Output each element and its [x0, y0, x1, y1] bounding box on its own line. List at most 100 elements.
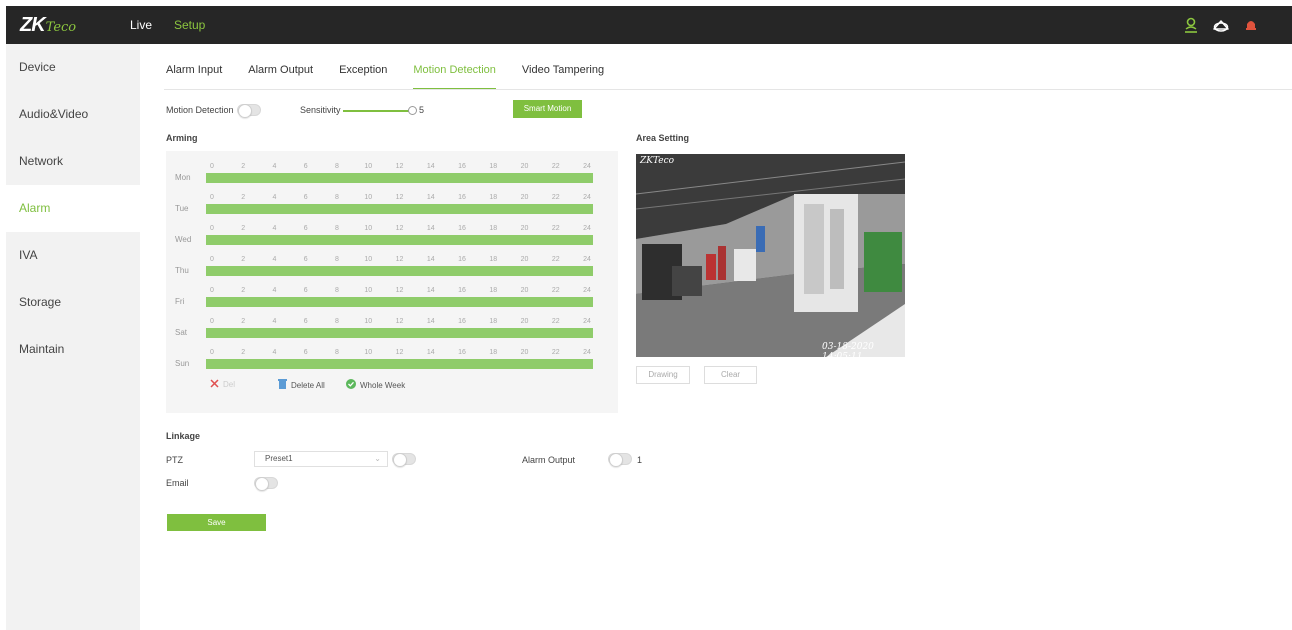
- nav-live[interactable]: Live: [130, 18, 152, 32]
- hour-tick-label: 20: [520, 349, 529, 356]
- hour-tick-label: 2: [241, 225, 246, 232]
- ptz-select-value: Preset1: [265, 454, 293, 463]
- day-label: Sun: [175, 359, 190, 368]
- hour-tick-label: 8: [335, 256, 339, 263]
- hour-tick-label: 14: [426, 194, 435, 201]
- sensitivity-slider-track[interactable]: [343, 110, 411, 112]
- hour-tick-label: 16: [458, 163, 466, 170]
- camera-overlay-title: ZKTeco: [640, 156, 675, 166]
- tab-alarm-input[interactable]: Alarm Input: [166, 64, 222, 90]
- hour-tick-label: 0: [210, 163, 214, 170]
- hour-tick-label: 6: [303, 287, 308, 294]
- delete-all-button[interactable]: Delete All: [278, 379, 325, 391]
- sidebar-item-alarm[interactable]: Alarm: [6, 185, 140, 232]
- hour-tick-label: 0: [210, 225, 214, 232]
- top-bar: ZK Teco Live Setup: [6, 6, 1292, 44]
- arming-bar-thu[interactable]: [206, 266, 593, 276]
- sidebar-item-audio-video[interactable]: Audio&Video: [6, 91, 140, 138]
- hour-ticks: 0 2 4 6 8 10 12 14 16 18 20 22 24: [210, 194, 602, 204]
- nav-setup[interactable]: Setup: [174, 18, 205, 32]
- hour-tick-label: 6: [303, 225, 308, 232]
- hour-ticks: 0 2 4 6 8 10 12 14 16 18 20 22 24: [210, 318, 602, 328]
- hour-tick-label: 8: [335, 163, 339, 170]
- logo-sub: Teco: [45, 20, 77, 35]
- whole-week-button[interactable]: Whole Week: [346, 379, 405, 391]
- hour-tick-label: 2: [241, 287, 246, 294]
- hour-tick-label: 2: [241, 163, 246, 170]
- alarm-output-toggle[interactable]: [608, 453, 632, 467]
- user-icon[interactable]: [1182, 16, 1200, 34]
- camera-scene: [636, 154, 905, 357]
- hour-tick-label: 18: [489, 194, 498, 201]
- email-label: Email: [166, 478, 189, 488]
- hour-tick-label: 22: [551, 287, 560, 294]
- hour-tick-label: 0: [210, 287, 214, 294]
- hour-tick-label: 24: [583, 349, 591, 356]
- arming-bar-mon[interactable]: [206, 173, 593, 183]
- motion-detection-label: Motion Detection: [166, 105, 234, 115]
- day-label: Wed: [175, 235, 192, 244]
- hour-tick-label: 18: [489, 256, 498, 263]
- arming-bar-sat[interactable]: [206, 328, 593, 338]
- sidebar-item-iva[interactable]: IVA: [6, 232, 140, 279]
- arming-bar-wed[interactable]: [206, 235, 593, 245]
- email-toggle[interactable]: [254, 477, 278, 491]
- alarm-bell-icon[interactable]: [1242, 16, 1260, 34]
- hour-ticks: 0 2 4 6 8 10 12 14 16 18 20 22 24: [210, 163, 602, 173]
- hour-tick-label: 12: [395, 287, 404, 294]
- hour-tick-label: 10: [364, 225, 373, 232]
- smart-motion-button[interactable]: Smart Motion: [513, 100, 582, 118]
- tab-video-tampering[interactable]: Video Tampering: [522, 64, 604, 90]
- arming-bar-sun[interactable]: [206, 359, 593, 369]
- tab-exception[interactable]: Exception: [339, 64, 387, 90]
- arming-schedule: 0 2 4 6 8 10 12 14 16 18 20 22 24 Mon 0 2 4 6 8 10 12 14 16 18 2…: [166, 151, 618, 413]
- linkage-title: Linkage: [166, 431, 201, 441]
- arming-bar-tue[interactable]: [206, 204, 593, 214]
- hour-tick-label: 16: [458, 194, 466, 201]
- sidebar-item-device[interactable]: Device: [6, 44, 140, 91]
- hour-tick-label: 12: [395, 256, 404, 263]
- delete-button[interactable]: Del: [210, 379, 235, 390]
- sidebar-item-maintain[interactable]: Maintain: [6, 326, 140, 373]
- hour-tick-label: 6: [303, 349, 308, 356]
- camera-preview[interactable]: ZKTeco 03-18-2020 14:05:11: [636, 154, 905, 357]
- cloud-icon[interactable]: [1212, 16, 1230, 34]
- day-label: Fri: [175, 297, 185, 306]
- sensitivity-value: 5: [419, 105, 425, 115]
- hour-tick-label: 10: [364, 194, 373, 201]
- ptz-preset-select[interactable]: Preset1 ⌄: [254, 451, 388, 467]
- hour-tick-label: 4: [272, 287, 277, 294]
- hour-tick-label: 2: [241, 256, 246, 263]
- day-label: Tue: [175, 204, 189, 213]
- hour-tick-label: 2: [241, 349, 246, 356]
- hour-tick-label: 20: [520, 256, 529, 263]
- arming-title: Arming: [166, 133, 198, 143]
- hour-tick-label: 6: [303, 256, 308, 263]
- sidebar-item-network[interactable]: Network: [6, 138, 140, 185]
- hour-tick-label: 18: [489, 349, 498, 356]
- sidebar-item-storage[interactable]: Storage: [6, 279, 140, 326]
- hour-tick-label: 16: [458, 225, 466, 232]
- save-button[interactable]: Save: [167, 514, 266, 531]
- hour-tick-label: 14: [426, 318, 435, 325]
- delete-all-button-label: Delete All: [291, 380, 325, 390]
- hour-tick-label: 18: [489, 225, 498, 232]
- tab-divider: [164, 89, 1292, 90]
- ptz-label: PTZ: [166, 455, 183, 465]
- hour-tick-label: 12: [395, 318, 404, 325]
- sensitivity-slider-handle[interactable]: [408, 106, 417, 115]
- arming-bar-fri[interactable]: [206, 297, 593, 307]
- tab-alarm-output[interactable]: Alarm Output: [248, 64, 313, 90]
- motion-detection-toggle[interactable]: [237, 104, 261, 118]
- hour-tick-label: 12: [395, 163, 404, 170]
- tab-motion-detection[interactable]: Motion Detection: [413, 64, 496, 90]
- hour-ticks: 0 2 4 6 8 10 12 14 16 18 20 22 24: [210, 256, 602, 266]
- clear-button[interactable]: Clear: [704, 366, 757, 384]
- hour-tick-label: 12: [395, 225, 404, 232]
- main-content: Alarm Input Alarm Output Exception Motio…: [140, 44, 1292, 630]
- ptz-toggle[interactable]: [392, 453, 416, 467]
- hour-tick-label: 16: [458, 318, 466, 325]
- hour-tick-label: 2: [241, 194, 246, 201]
- hour-tick-label: 24: [583, 287, 591, 294]
- drawing-button[interactable]: Drawing: [636, 366, 690, 384]
